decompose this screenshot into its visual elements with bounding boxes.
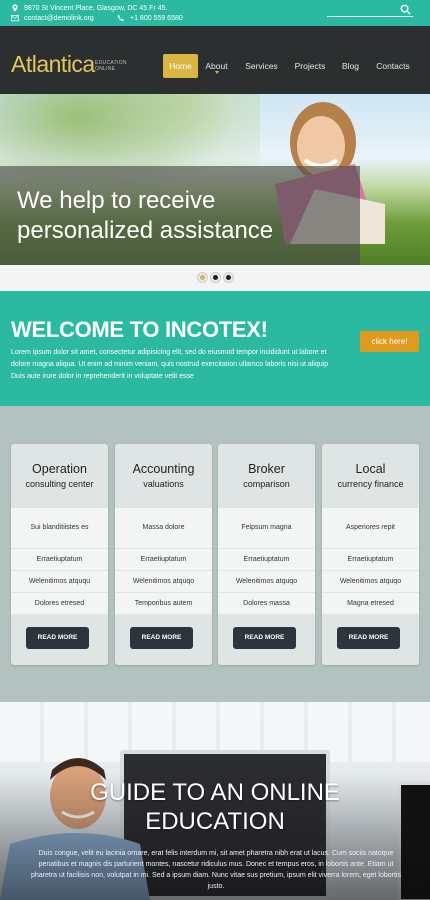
- nav-services[interactable]: Services: [241, 54, 282, 78]
- list-item: Massa dolore: [142, 524, 185, 531]
- hero-headline-line2: personalized assistance: [17, 217, 274, 244]
- slider-dot-1[interactable]: [198, 273, 207, 282]
- phone-icon: [117, 14, 124, 22]
- guide-title-line1: GUIDE TO AN ONLINE: [90, 779, 340, 806]
- list-item: Welenitimos atquqo: [218, 570, 315, 592]
- click-here-button[interactable]: click here!: [360, 331, 419, 352]
- list-item: Erraetiuptatum: [11, 548, 108, 570]
- card-list: Sui blanditiistes es Erraetiuptatum Wele…: [11, 508, 108, 614]
- card-list: Feipsum magna Erraetiuptatum Welenitimos…: [218, 508, 315, 614]
- list-item: Erraetiuptatum: [115, 548, 212, 570]
- service-card-accounting: Accounting valuations Massa dolore Errae…: [115, 444, 212, 665]
- service-card-local: Local currency finance Asperiores repit …: [322, 444, 419, 665]
- card-title: Operation: [32, 462, 87, 476]
- card-list: Massa dolore Erraetiuptatum Welenitimos …: [115, 508, 212, 614]
- guide-section: GUIDE TO AN ONLINE EDUCATION Duis congue…: [0, 702, 430, 900]
- list-item: Welenitimos atququ: [11, 570, 108, 592]
- hero-headline-line1: We help to receive: [17, 187, 216, 214]
- card-subtitle: comparison: [243, 479, 290, 489]
- welcome-text: Lorem ipsum dolor sit amet, consectetur …: [11, 349, 329, 380]
- welcome-section: WELCOME TO INCOTEX! Lorem ipsum dolor si…: [0, 291, 430, 406]
- card-title: Local: [355, 462, 386, 476]
- slider-dot-3[interactable]: [224, 273, 233, 282]
- nav-blog[interactable]: Blog: [338, 54, 363, 78]
- list-item: Temporibus autem: [115, 592, 212, 614]
- nav-about[interactable]: About: [201, 54, 232, 78]
- hero-headline: We help to receive personalized assistan…: [17, 186, 273, 246]
- list-item: Feipsum magna: [241, 524, 292, 531]
- location-pin-icon: [12, 4, 18, 12]
- read-more-button[interactable]: READ MORE: [26, 627, 89, 649]
- list-item: Magna etresed: [322, 592, 419, 614]
- logo-tagline: EDUCATION ONLINE: [95, 60, 127, 72]
- dropdown-caret-icon: [214, 71, 219, 74]
- list-item: Welenitimos atquqo: [115, 570, 212, 592]
- nav-projects[interactable]: Projects: [290, 54, 330, 78]
- search-field[interactable]: [327, 4, 413, 17]
- guide-title: GUIDE TO AN ONLINE EDUCATION: [0, 778, 430, 836]
- email-row[interactable]: contact@demolink.org: [11, 14, 94, 22]
- logo-tagline-line2: ONLINE: [95, 66, 116, 72]
- list-item: Sui blanditiistes es: [30, 524, 89, 531]
- nav-about-label: About: [205, 61, 228, 71]
- list-item: Welenitimos atquqo: [322, 570, 419, 592]
- list-item: Dolores etresed: [11, 592, 108, 614]
- card-title: Accounting: [132, 462, 195, 476]
- card-subtitle: currency finance: [337, 479, 404, 489]
- address-text: 9870 St Vincent Place, Glasgow, DC 45 Fr…: [24, 4, 168, 12]
- slider-dot-2[interactable]: [211, 273, 220, 282]
- service-card-operation: Operation consulting center Sui blanditi…: [11, 444, 108, 665]
- nav-home[interactable]: Home: [163, 54, 198, 78]
- welcome-title: WELCOME TO INCOTEX!: [11, 317, 268, 342]
- list-item: Erraetiuptatum: [322, 548, 419, 570]
- list-item: Asperiores repit: [345, 524, 396, 531]
- email-link[interactable]: contact@demolink.org: [24, 15, 94, 22]
- search-icon[interactable]: [400, 4, 411, 15]
- envelope-icon: [11, 15, 19, 22]
- logo[interactable]: Atlantica: [11, 51, 95, 78]
- hero-slider[interactable]: We help to receive personalized assistan…: [0, 94, 430, 265]
- slider-pagination: [0, 265, 430, 291]
- phone-text: +1 800 559 6580: [130, 14, 183, 22]
- read-more-button[interactable]: READ MORE: [337, 627, 400, 649]
- read-more-button[interactable]: READ MORE: [233, 627, 296, 649]
- read-more-button[interactable]: READ MORE: [130, 627, 193, 649]
- card-title: Broker: [248, 462, 285, 476]
- list-item: Erraetiuptatum: [218, 548, 315, 570]
- guide-text: Duis congue, velit eu lacinia ornare, er…: [31, 850, 401, 890]
- card-list: Asperiores repit Erraetiuptatum Weleniti…: [322, 508, 419, 614]
- card-subtitle: consulting center: [25, 479, 94, 489]
- phone-row: +1 800 559 6580: [117, 14, 183, 22]
- guide-title-line2: EDUCATION: [145, 808, 285, 835]
- top-info-bar: 9870 St Vincent Place, Glasgow, DC 45 Fr…: [0, 0, 430, 26]
- site-header: Atlantica EDUCATION ONLINE Home About Se…: [0, 26, 430, 94]
- services-section: Operation consulting center Sui blanditi…: [0, 406, 430, 702]
- service-card-broker: Broker comparison Feipsum magna Erraetiu…: [218, 444, 315, 665]
- address-row: 9870 St Vincent Place, Glasgow, DC 45 Fr…: [11, 4, 167, 12]
- list-item: Dolores massa: [218, 592, 315, 614]
- nav-contacts[interactable]: Contacts: [373, 54, 413, 78]
- card-subtitle: valuations: [143, 479, 184, 489]
